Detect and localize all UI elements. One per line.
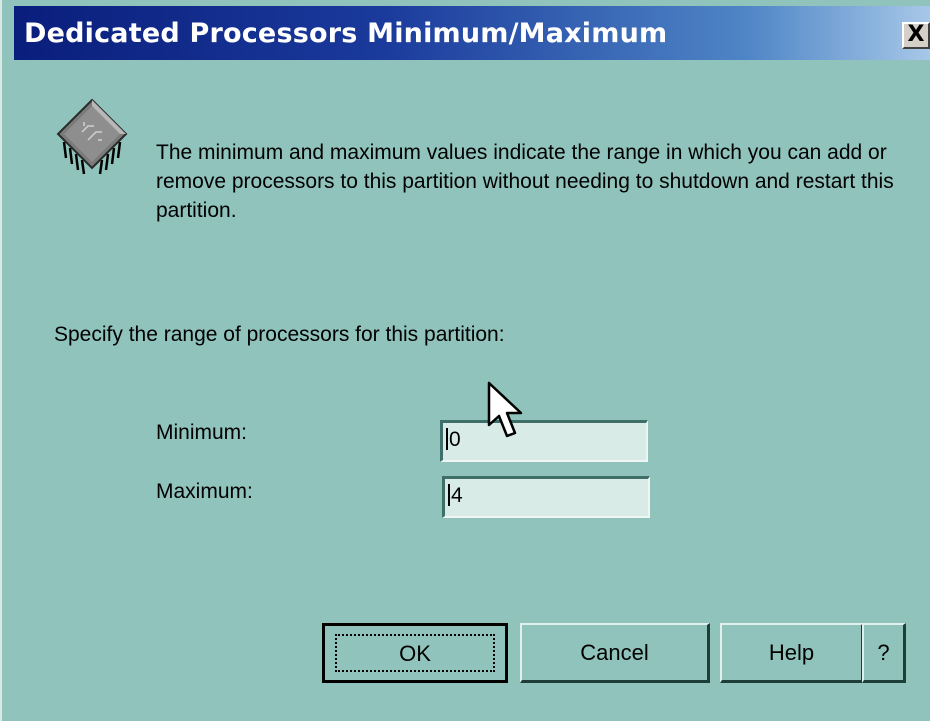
minimum-value: 0 (449, 428, 461, 451)
dialog-title: Dedicated Processors Minimum/Maximum (24, 18, 668, 49)
ok-button-label: OK (335, 634, 495, 672)
range-prompt: Specify the range of processors for this… (54, 323, 505, 346)
maximum-value: 4 (451, 484, 463, 507)
maximum-label: Maximum: (156, 480, 253, 503)
text-caret (448, 484, 450, 506)
mouse-pointer-icon (487, 381, 523, 438)
description-text: The minimum and maximum values indicate … (156, 141, 894, 222)
processor-chip-icon (56, 98, 128, 175)
help-button[interactable]: Help (720, 623, 864, 683)
text-caret (446, 428, 448, 450)
minimum-field[interactable]: 0 (440, 420, 648, 462)
close-button[interactable]: X (902, 22, 930, 49)
cancel-button[interactable]: Cancel (520, 623, 710, 683)
maximum-field[interactable]: 4 (442, 476, 650, 518)
ok-button[interactable]: OK (322, 623, 508, 683)
close-icon: X (907, 22, 925, 47)
minimum-label: Minimum: (156, 421, 248, 444)
title-bar[interactable]: Dedicated Processors Minimum/Maximum X (14, 6, 930, 60)
dialog-window: Dedicated Processors Minimum/Maximum X T… (0, 0, 930, 721)
whats-this-button[interactable]: ? (862, 623, 906, 683)
